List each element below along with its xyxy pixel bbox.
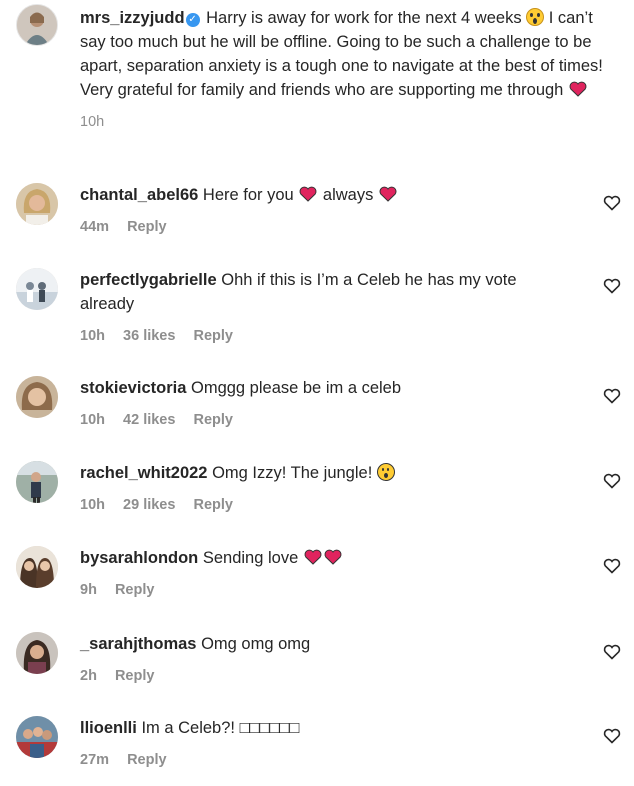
comment-meta: 10h 29 likes Reply bbox=[80, 493, 560, 517]
red-heart-emoji-icon bbox=[304, 549, 322, 565]
comment-username[interactable]: rachel_whit2022 bbox=[80, 464, 208, 482]
comment-meta: 10h 36 likes Reply bbox=[80, 324, 560, 348]
comment-text: Omg Izzy! The jungle! bbox=[212, 464, 373, 482]
astonished-face-emoji-icon bbox=[376, 463, 395, 481]
comment-meta: 9h Reply bbox=[80, 578, 560, 602]
post-meta: 10h bbox=[80, 110, 615, 134]
comment-item: _sarahjthomas Omg omg omg 2h Reply bbox=[12, 632, 627, 702]
like-count[interactable]: 36 likes bbox=[123, 328, 175, 344]
red-heart-emoji-icon bbox=[569, 81, 587, 97]
avatar[interactable] bbox=[16, 268, 58, 310]
post-username[interactable]: mrs_izzyjudd bbox=[80, 9, 185, 27]
heart-outline-icon[interactable] bbox=[603, 728, 621, 744]
red-heart-emoji-icon bbox=[299, 186, 317, 202]
post-text-part-1: Harry is away for work for the next 4 we… bbox=[206, 9, 522, 27]
reply-button[interactable]: Reply bbox=[127, 752, 167, 768]
comment-username[interactable]: stokievictoria bbox=[80, 379, 186, 397]
comment-text: Omggg please be im a celeb bbox=[190, 379, 402, 397]
comment-timestamp: 2h bbox=[80, 668, 97, 684]
like-count[interactable]: 42 likes bbox=[123, 412, 175, 428]
like-count[interactable]: 29 likes bbox=[123, 497, 175, 513]
comment-item: bysarahlondon Sending love 9h Reply bbox=[12, 546, 627, 616]
comment-body: _sarahjthomas Omg omg omg 2h Reply bbox=[80, 632, 560, 688]
comment-timestamp: 10h bbox=[80, 497, 105, 513]
red-heart-emoji-icon bbox=[379, 186, 397, 202]
comment-item: chantal_abel66 Here for you always 44m R… bbox=[12, 183, 627, 253]
avatar[interactable] bbox=[16, 461, 58, 503]
comment-body: llioenlli Im a Celeb?! □□□□□□ 27m Reply bbox=[80, 716, 560, 772]
reply-button[interactable]: Reply bbox=[193, 412, 233, 428]
comment-item: llioenlli Im a Celeb?! □□□□□□ 27m Reply bbox=[12, 716, 627, 786]
verified-badge-icon: ✓ bbox=[185, 13, 200, 27]
comment-text-2: always bbox=[322, 186, 374, 204]
avatar[interactable] bbox=[16, 376, 58, 418]
profile-photo bbox=[16, 183, 58, 225]
comment-body: perfectlygabrielle Ohh if this is I’m a … bbox=[80, 268, 560, 348]
comment-timestamp: 9h bbox=[80, 582, 97, 598]
screaming-face-emoji-icon bbox=[526, 8, 545, 26]
comment-body: stokievictoria Omggg please be im a cele… bbox=[80, 376, 560, 432]
profile-photo bbox=[17, 5, 57, 45]
avatar[interactable] bbox=[16, 632, 58, 674]
comment-meta: 44m Reply bbox=[80, 215, 560, 239]
profile-photo bbox=[16, 376, 58, 418]
reply-button[interactable]: Reply bbox=[115, 668, 155, 684]
reply-button[interactable]: Reply bbox=[193, 328, 233, 344]
heart-outline-icon[interactable] bbox=[603, 388, 621, 404]
comment-item: perfectlygabrielle Ohh if this is I’m a … bbox=[12, 268, 627, 344]
reply-button[interactable]: Reply bbox=[193, 497, 233, 513]
avatar[interactable] bbox=[16, 546, 58, 588]
comment-timestamp: 44m bbox=[80, 219, 110, 235]
comment-username[interactable]: _sarahjthomas bbox=[80, 635, 196, 653]
comment-username[interactable]: chantal_abel66 bbox=[80, 186, 198, 204]
comment-body: chantal_abel66 Here for you always 44m R… bbox=[80, 183, 560, 239]
heart-outline-icon[interactable] bbox=[603, 644, 621, 660]
avatar[interactable] bbox=[16, 716, 58, 758]
comment-username[interactable]: llioenlli bbox=[80, 719, 137, 737]
avatar[interactable] bbox=[16, 183, 58, 225]
profile-photo bbox=[16, 632, 58, 674]
post-timestamp: 10h bbox=[80, 114, 105, 130]
reply-button[interactable]: Reply bbox=[115, 582, 155, 598]
avatar[interactable] bbox=[16, 4, 58, 46]
reply-button[interactable]: Reply bbox=[127, 219, 167, 235]
comment-username[interactable]: bysarahlondon bbox=[80, 549, 198, 567]
red-heart-emoji-icon bbox=[324, 549, 342, 565]
heart-outline-icon[interactable] bbox=[603, 195, 621, 211]
comment-timestamp: 10h bbox=[80, 328, 105, 344]
comment-text: Here for you bbox=[202, 186, 294, 204]
comment-item: stokievictoria Omggg please be im a cele… bbox=[12, 376, 627, 446]
comment-text: Omg omg omg bbox=[201, 635, 311, 653]
post-caption: mrs_izzyjudd ✓ Harry is away for work for… bbox=[80, 6, 615, 134]
profile-photo bbox=[16, 461, 58, 503]
comment-text: Im a Celeb?! □□□□□□ bbox=[141, 719, 300, 737]
profile-photo bbox=[16, 268, 58, 310]
comment-timestamp: 27m bbox=[80, 752, 110, 768]
comment-body: rachel_whit2022 Omg Izzy! The jungle! 10… bbox=[80, 461, 560, 517]
comment-text: Sending love bbox=[202, 549, 299, 567]
comment-timestamp: 10h bbox=[80, 412, 105, 428]
comment-meta: 2h Reply bbox=[80, 664, 560, 688]
comment-item: rachel_whit2022 Omg Izzy! The jungle! 10… bbox=[12, 461, 627, 531]
heart-outline-icon[interactable] bbox=[603, 473, 621, 489]
comment-body: bysarahlondon Sending love 9h Reply bbox=[80, 546, 560, 602]
heart-outline-icon[interactable] bbox=[603, 558, 621, 574]
heart-outline-icon[interactable] bbox=[603, 278, 621, 294]
profile-photo bbox=[16, 716, 58, 758]
profile-photo bbox=[16, 546, 58, 588]
comment-meta: 27m Reply bbox=[80, 748, 560, 772]
comment-meta: 10h 42 likes Reply bbox=[80, 408, 560, 432]
comment-username[interactable]: perfectlygabrielle bbox=[80, 271, 217, 289]
